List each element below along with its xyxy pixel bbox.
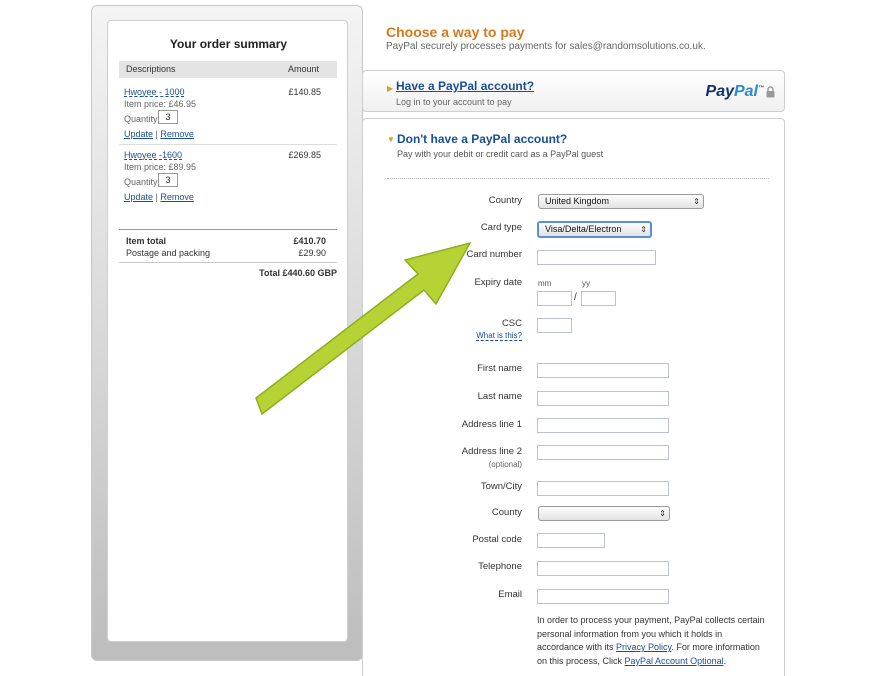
update-link[interactable]: Update: [124, 192, 153, 202]
quantity-input[interactable]: 3: [158, 110, 178, 124]
postal-code-label: Postal code: [472, 534, 522, 545]
expiry-year-input[interactable]: [581, 291, 616, 306]
order-summary-card: Your order summary Descriptions Amount H…: [107, 20, 348, 642]
col-descriptions: Descriptions: [126, 64, 176, 74]
address-line-2-input[interactable]: [537, 445, 669, 460]
csc-input[interactable]: [537, 318, 572, 333]
summary-table-header: Descriptions Amount: [119, 61, 337, 78]
guest-heading[interactable]: Don't have a PayPal account?: [397, 132, 567, 146]
paypal-account-optional-link[interactable]: PayPal Account Optional: [625, 656, 724, 666]
card-number-label: Card number: [466, 249, 522, 260]
email-input[interactable]: [537, 589, 669, 604]
col-amount: Amount: [287, 64, 319, 74]
postage-label: Postage and packing: [126, 248, 211, 258]
item-total-label: Item total: [126, 236, 167, 246]
postage-value: £29.90: [298, 248, 326, 258]
paypal-logo: PayPal™: [705, 83, 764, 100]
item-actions: Update | Remove: [124, 192, 194, 202]
totals-divider: [119, 229, 337, 230]
item-total-value: £410.70: [293, 236, 326, 246]
update-link[interactable]: Update: [124, 129, 153, 139]
country-label: Country: [488, 195, 522, 206]
first-name-label: First name: [477, 363, 522, 374]
remove-link[interactable]: Remove: [160, 129, 194, 139]
postal-code-input[interactable]: [537, 533, 605, 548]
item-actions: Update | Remove: [124, 129, 194, 139]
card-type-select[interactable]: Visa/Delta/Electron ⇕: [537, 221, 652, 238]
email-label: Email: [498, 589, 522, 600]
quantity-input[interactable]: 3: [158, 173, 178, 187]
choose-payment-title: Choose a way to pay: [386, 24, 525, 40]
telephone-input[interactable]: [537, 561, 669, 576]
have-account-subtitle: Log in to your account to pay: [396, 97, 512, 107]
grand-total: Total £440.60 GBP: [259, 268, 337, 278]
quantity-label: Quantity:: [124, 177, 161, 187]
caret-icon: ⇕: [659, 509, 666, 518]
item-amount: £269.85: [288, 150, 321, 160]
remove-link[interactable]: Remove: [160, 192, 194, 202]
lock-icon: [766, 86, 775, 98]
guest-subtitle: Pay with your debit or credit card as a …: [397, 149, 604, 159]
item-price: Item price: £46.95: [124, 99, 197, 109]
list-item: Hwoyee -1600 Item price: £89.95 Quantity…: [119, 150, 337, 206]
expiry-date-label: Expiry date: [474, 277, 522, 288]
section-divider: [387, 178, 769, 179]
card-number-input[interactable]: [537, 250, 656, 265]
arrow-right-icon: ▶: [387, 84, 394, 93]
arrow-down-icon: ▼: [387, 135, 395, 144]
quantity-label: Quantity:: [124, 114, 161, 124]
town-city-input[interactable]: [537, 481, 669, 496]
item-name-link[interactable]: Hwoyee - 1000: [124, 87, 185, 97]
country-select[interactable]: United Kingdom ⇕: [538, 194, 704, 209]
optional-hint: (optional): [488, 460, 522, 469]
expiry-month-input[interactable]: [537, 291, 572, 306]
have-account-link[interactable]: Have a PayPal account?: [396, 79, 534, 93]
action-separator: |: [155, 192, 158, 202]
expiry-mm-label: mm: [538, 279, 552, 288]
county-label: County: [491, 507, 522, 518]
order-summary-title: Your order summary: [169, 37, 288, 51]
privacy-notice: In order to process your payment, PayPal…: [537, 615, 765, 666]
address-line-1-label: Address line 1: [461, 419, 522, 430]
csc-label: CSC: [501, 318, 522, 329]
address-line-1-input[interactable]: [537, 418, 669, 433]
card-type-selected-value: Visa/Delta/Electron: [545, 224, 622, 234]
card-type-label: Card type: [480, 222, 522, 233]
telephone-label: Telephone: [478, 561, 522, 572]
item-divider: [119, 144, 337, 145]
item-amount: £140.85: [288, 87, 321, 97]
caret-icon: ⇕: [693, 197, 700, 206]
first-name-input[interactable]: [537, 363, 669, 378]
last-name-label: Last name: [477, 391, 522, 402]
caret-icon: ⇕: [640, 225, 647, 234]
have-paypal-account-section[interactable]: ▶ Have a PayPal account? Log in to your …: [362, 70, 785, 112]
address-line-2-label: Address line 2: [461, 446, 522, 457]
action-separator: |: [155, 129, 158, 139]
privacy-policy-link[interactable]: Privacy Policy: [616, 642, 671, 652]
item-name-link[interactable]: Hwoyee -1600: [124, 150, 182, 160]
choose-payment-subtitle: PayPal securely processes payments for s…: [386, 41, 706, 52]
town-city-label: Town/City: [480, 481, 522, 492]
list-item: Hwoyee - 1000 Item price: £46.95 Quantit…: [119, 87, 337, 143]
what-is-this-link[interactable]: What is this?: [372, 331, 522, 341]
expiry-yy-label: yy: [582, 279, 590, 288]
county-select[interactable]: ⇕: [538, 506, 670, 521]
country-selected-value: United Kingdom: [545, 196, 610, 206]
grand-total-divider: [119, 262, 337, 263]
expiry-slash: /: [574, 292, 577, 303]
last-name-input[interactable]: [537, 391, 669, 406]
item-price: Item price: £89.95: [124, 162, 197, 172]
